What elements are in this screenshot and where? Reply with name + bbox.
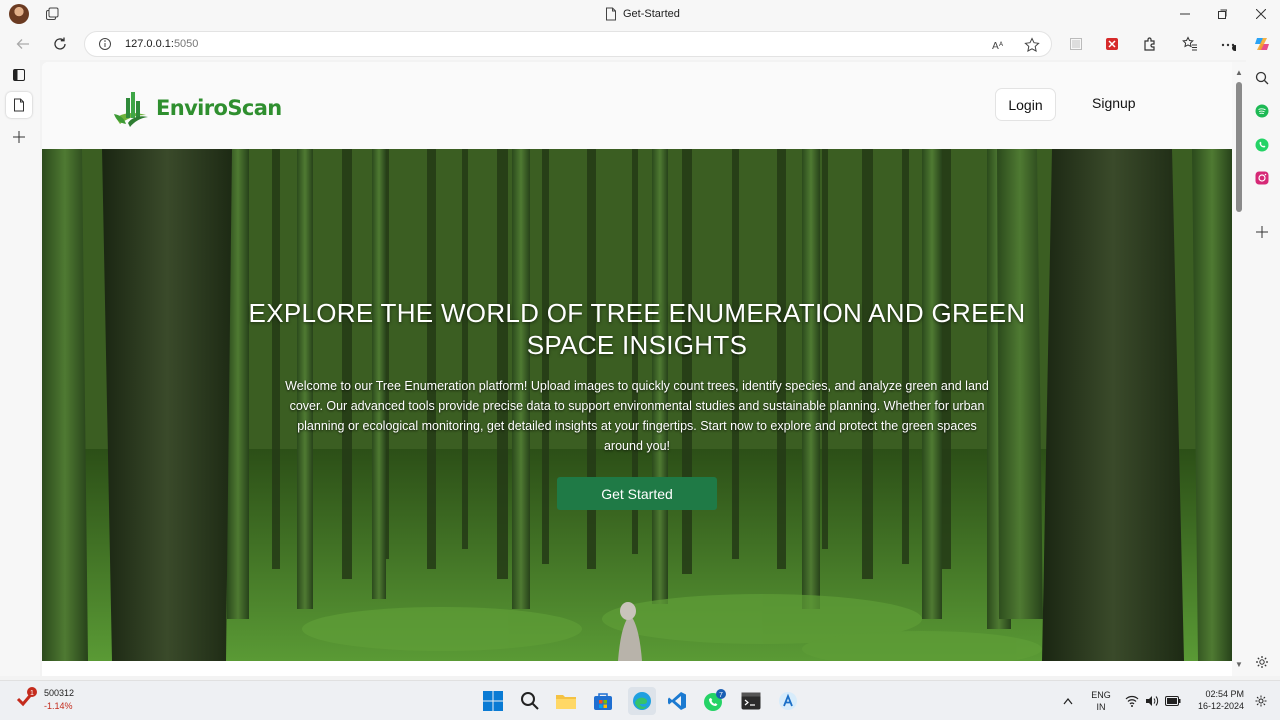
whatsapp-taskbar-icon[interactable]: 7 (702, 689, 726, 713)
system-clock[interactable]: 02:54 PM 16-12-2024 (1188, 688, 1244, 712)
refresh-icon[interactable] (50, 34, 70, 54)
region-code: IN (1096, 702, 1106, 712)
add-sidebar-app-icon[interactable] (1252, 222, 1272, 242)
favorite-star-icon[interactable] (1023, 36, 1041, 54)
stock-change: -1.14% (44, 701, 73, 711)
taskbar-search-icon[interactable] (518, 689, 542, 713)
microsoft-store-icon[interactable] (591, 689, 615, 713)
login-button[interactable]: Login (995, 88, 1056, 121)
battery-icon[interactable] (1164, 689, 1182, 713)
page-bottom-area (42, 661, 1232, 676)
windows-start-icon[interactable] (481, 689, 505, 713)
file-explorer-icon[interactable] (554, 689, 578, 713)
edge-browser-icon[interactable] (628, 687, 656, 715)
search-icon[interactable] (1252, 68, 1272, 88)
maximize-button[interactable] (1203, 0, 1241, 28)
tab-center-icon[interactable] (9, 65, 29, 85)
volume-icon[interactable] (1144, 689, 1160, 713)
instagram-icon[interactable] (1252, 168, 1272, 188)
back-icon[interactable] (13, 34, 33, 54)
url-port: 5050 (173, 38, 199, 50)
tab-actions-icon[interactable] (44, 6, 60, 22)
get-started-button[interactable]: Get Started (557, 477, 717, 510)
current-tab-icon[interactable] (6, 92, 32, 118)
whatsapp-sidebar-icon[interactable] (1252, 135, 1272, 155)
profile-avatar[interactable] (9, 4, 29, 24)
site-info-icon[interactable] (98, 37, 112, 51)
window-title-text: Get-Started (623, 8, 680, 20)
scrollbar-thumb[interactable] (1236, 82, 1242, 212)
favorites-icon[interactable] (1180, 34, 1200, 54)
stock-chart-icon: 1 (16, 687, 37, 707)
page-scrollbar[interactable]: ▲ ▼ (1232, 62, 1246, 676)
notification-center-icon[interactable] (1252, 689, 1270, 713)
whatsapp-badge: 7 (719, 692, 723, 699)
signup-link[interactable]: Signup (1092, 95, 1136, 111)
stock-badge: 1 (30, 690, 34, 697)
terminal-icon[interactable] (739, 689, 763, 713)
extensions-puzzle-icon[interactable] (1140, 34, 1160, 54)
new-tab-icon[interactable] (9, 127, 29, 147)
spotify-icon[interactable] (1252, 101, 1272, 121)
stock-text: 500312 -1.14% (44, 687, 74, 713)
language-code: ENG (1091, 690, 1111, 700)
windows-taskbar: 1 500312 -1.14% 7 ENG IN 02:54 PM 16-12-… (0, 680, 1280, 720)
clock-date: 16-12-2024 (1197, 701, 1244, 711)
read-aloud-icon[interactable]: AA (990, 36, 1008, 54)
browser-toolbar: 127.0.0.1:5050 AA (0, 28, 1280, 60)
vscode-icon[interactable] (665, 689, 689, 713)
app-a-icon[interactable] (776, 689, 800, 713)
scroll-down-arrow-icon[interactable]: ▼ (1234, 660, 1244, 670)
wifi-icon[interactable] (1124, 689, 1140, 713)
svg-text:A: A (999, 41, 1004, 48)
vertical-tabs-strip (0, 60, 40, 676)
browser-title-bar: Get-Started (0, 0, 1280, 28)
url-text[interactable]: 127.0.0.1:5050 (125, 38, 198, 50)
hero-section: EXPLORE THE WORLD OF TREE ENUMERATION AN… (42, 149, 1232, 661)
page-viewport: EnviroScan Login Signup EXPLORE THE WORL… (42, 62, 1232, 676)
clock-time: 02:54 PM (1205, 689, 1244, 699)
sidebar-settings-icon[interactable] (1252, 652, 1272, 672)
split-screen-icon[interactable] (1066, 34, 1086, 54)
show-hidden-icons-icon[interactable] (1060, 689, 1076, 713)
language-indicator[interactable]: ENG IN (1088, 689, 1114, 713)
url-host: 127.0.0.1: (125, 38, 174, 50)
page-icon (606, 7, 616, 21)
address-bar[interactable]: 127.0.0.1:5050 AA (84, 31, 1052, 57)
more-menu-icon[interactable] (1218, 34, 1238, 54)
hero-title: EXPLORE THE WORLD OF TREE ENUMERATION AN… (248, 298, 1026, 360)
window-title: Get-Started (605, 6, 680, 22)
svg-text:A: A (992, 41, 999, 52)
extension-red-icon[interactable] (1102, 34, 1122, 54)
edge-sidebar (1246, 60, 1280, 676)
copilot-icon[interactable] (1252, 34, 1272, 54)
site-header: EnviroScan Login Signup (42, 62, 1232, 149)
hero-description: Welcome to our Tree Enumeration platform… (285, 379, 989, 453)
close-button[interactable] (1242, 0, 1280, 28)
brand-name: EnviroScan (156, 96, 282, 120)
scroll-up-arrow-icon[interactable]: ▲ (1234, 68, 1244, 78)
enviroscan-logo-icon (114, 92, 148, 127)
stock-name: 500312 (44, 688, 75, 698)
site-logo[interactable]: EnviroScan (112, 88, 282, 128)
stock-widget[interactable]: 1 500312 -1.14% (16, 687, 74, 713)
minimize-button[interactable] (1166, 0, 1204, 28)
